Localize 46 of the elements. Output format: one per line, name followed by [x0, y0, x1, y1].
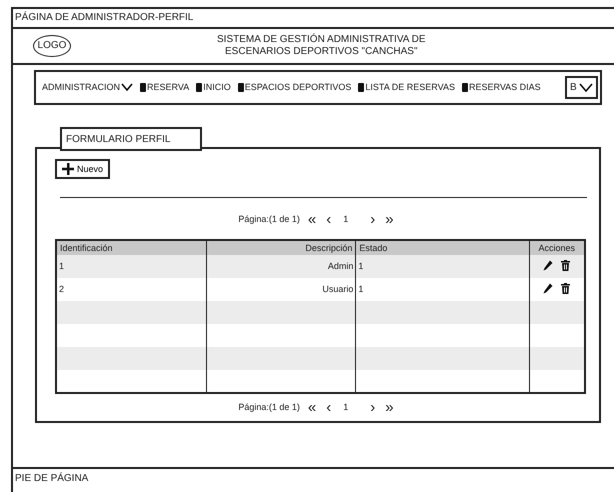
column-header: Identificación	[60, 242, 113, 253]
system-title: SISTEMA DE GESTIÓN ADMINISTRATIVA DE ESCENARIOS DEPORTIVOS "CANCHAS"	[217, 34, 426, 58]
chevron-icon	[121, 83, 134, 92]
page-number: 1	[343, 214, 348, 225]
table-cell: 1	[358, 284, 364, 294]
page-number: 1	[343, 402, 348, 413]
logo: LOGO	[33, 35, 71, 57]
previous-page-button[interactable]: ‹	[324, 400, 334, 415]
next-page-button[interactable]: ›	[368, 400, 378, 415]
nav-dropdown[interactable]: ADMINISTRACION	[42, 82, 134, 93]
column-header: Estado	[359, 242, 388, 253]
table-cell: 1	[358, 261, 364, 272]
footer-text: PIE DE PÁGINA	[15, 473, 88, 484]
page-info: Página:(1 de 1)	[238, 214, 300, 225]
first-page-button[interactable]: «	[306, 212, 318, 227]
chevron-icon	[579, 83, 593, 92]
first-page-button[interactable]: «	[306, 400, 318, 415]
nav-link[interactable]: INICIO	[196, 82, 231, 93]
nav-link[interactable]: RESERVAS DIAS	[462, 82, 541, 93]
pencil-icon[interactable]	[543, 282, 554, 294]
document-icon	[140, 82, 146, 92]
previous-page-button[interactable]: ‹	[324, 212, 334, 227]
last-page-button[interactable]: »	[383, 212, 396, 227]
page-info: Página:(1 de 1)	[238, 402, 300, 413]
table-cell: Usuario	[322, 284, 354, 294]
last-page-button[interactable]: »	[383, 400, 396, 415]
nav-link[interactable]: ESPACIOS DEPORTIVOS	[238, 82, 352, 93]
select-field[interactable]: B	[565, 76, 598, 99]
nav-link[interactable]: LISTA DE RESERVAS	[358, 82, 455, 93]
document-icon	[238, 82, 244, 92]
document-icon	[196, 82, 202, 92]
new-button[interactable]: Nuevo	[55, 159, 110, 179]
table-cell: 1	[59, 261, 64, 272]
pencil-icon[interactable]	[543, 260, 554, 271]
column-header: Acciones	[538, 242, 576, 253]
nav-link[interactable]: RESERVA	[140, 82, 190, 93]
table-cell: Admin	[328, 261, 354, 272]
trash-icon[interactable]	[561, 282, 570, 294]
table-cell: 2	[59, 284, 64, 294]
column-header: Descripción	[305, 242, 352, 253]
window-title: PÁGINA DE ADMINISTRADOR-PERFIL	[15, 12, 194, 23]
plus-icon	[62, 163, 74, 175]
trash-icon[interactable]	[561, 260, 570, 271]
document-icon	[358, 82, 364, 92]
document-icon	[462, 82, 468, 92]
next-page-button[interactable]: ›	[368, 212, 378, 227]
